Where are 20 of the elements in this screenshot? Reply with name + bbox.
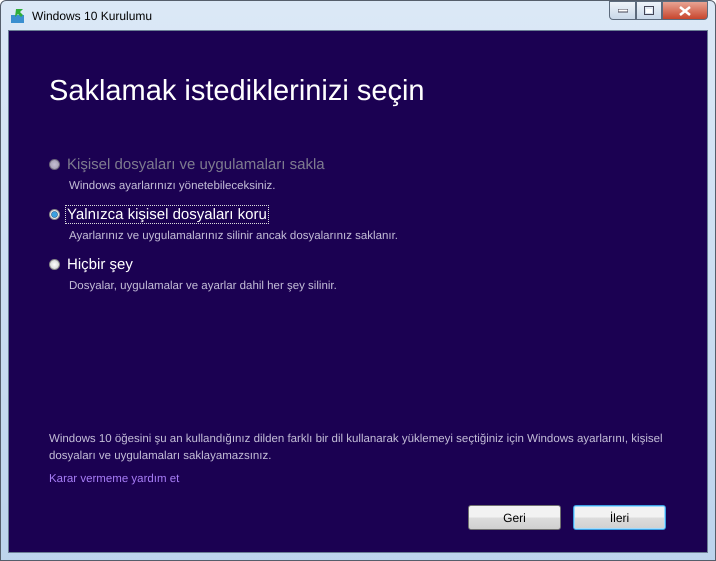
minimize-button[interactable] — [609, 1, 636, 20]
option-description: Windows ayarlarınızı yönetebileceksiniz. — [69, 180, 276, 192]
notice-text: Windows 10 öğesini şu an kullandığınız dilden farklı bir dil kullanarak yüklemeyi seçtiğiniz için Windows ayarlarını, kişisel dosyaları ve uygulamaları saklayamazsınız. — [49, 432, 664, 464]
minimize-icon — [618, 8, 628, 12]
option-description: Ayarlarınız ve uygulamalarınız silinir ancak dosyalarınız saklanır. — [69, 230, 399, 242]
next-button[interactable]: İleri — [573, 505, 666, 530]
setup-icon — [10, 8, 26, 24]
option-description: Dosyalar, uygulamalar ve ayarlar dahil her şey silinir. — [69, 280, 338, 292]
radio-button[interactable] — [49, 259, 60, 270]
option-label[interactable]: Hiçbir şey — [66, 256, 134, 273]
maximize-button[interactable] — [636, 1, 662, 20]
option-label[interactable]: Yalnızca kişisel dosyaları koru — [66, 206, 268, 223]
radio-button[interactable] — [49, 209, 60, 220]
window-title: Windows 10 Kurulumu — [32, 8, 154, 22]
page-heading: Saklamak istediklerinizi seçin — [49, 75, 426, 108]
close-button[interactable] — [662, 1, 708, 20]
help-link[interactable]: Karar vermeme yardım et — [49, 473, 180, 485]
back-button[interactable]: Geri — [468, 505, 561, 530]
close-icon — [679, 6, 691, 16]
maximize-icon — [644, 6, 654, 15]
